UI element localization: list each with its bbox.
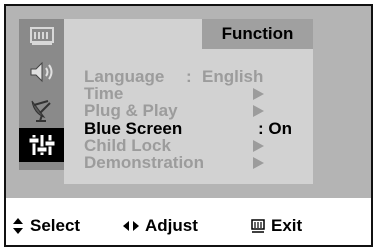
menu-item-separator: : [186,67,192,86]
menu-item-label: Language [84,67,165,86]
submenu-arrow-icon [253,140,264,152]
osd-menu-frame: Function Language : English Time Plug & … [4,4,373,247]
exit-hint: Exit [251,216,302,236]
select-hint: Select [12,216,80,236]
submenu-arrow-icon [253,88,264,100]
submenu-arrow-icon [253,105,264,117]
button-hint-bar: Select Adjust Exit [6,210,371,240]
menu-category-column [19,19,64,170]
adjust-hint-label: Adjust [145,216,198,235]
menu-item-value-text: On [268,119,293,138]
menu-item-label: Blue Screen [84,119,183,138]
left-right-arrow-icon [123,221,139,231]
exit-hint-label: Exit [271,216,303,235]
menu-content: Function Language : English Time Plug & … [64,19,313,184]
menu-item-separator: : [258,119,264,138]
menu-exit-icon [251,219,265,233]
menu-item-value: English [202,67,264,86]
speaker-icon[interactable] [19,55,64,89]
menu-item-label: Demonstration [84,153,204,172]
adjust-hint: Adjust [123,216,198,236]
menu-item-label: Child Lock [84,136,171,155]
menu-title: Function [202,19,313,49]
menu-item-value: : On [258,120,292,137]
menu-item-label: Time [84,84,124,103]
menu-panel: Function Language : English Time Plug & … [6,6,371,198]
menu-item-label: Plug & Play [84,101,178,120]
function-sliders-icon[interactable] [19,128,64,162]
antenna-icon[interactable] [19,93,64,127]
submenu-arrow-icon [253,157,264,169]
picture-icon[interactable] [19,19,64,53]
select-hint-label: Select [30,216,81,235]
up-down-arrow-icon [13,218,23,234]
